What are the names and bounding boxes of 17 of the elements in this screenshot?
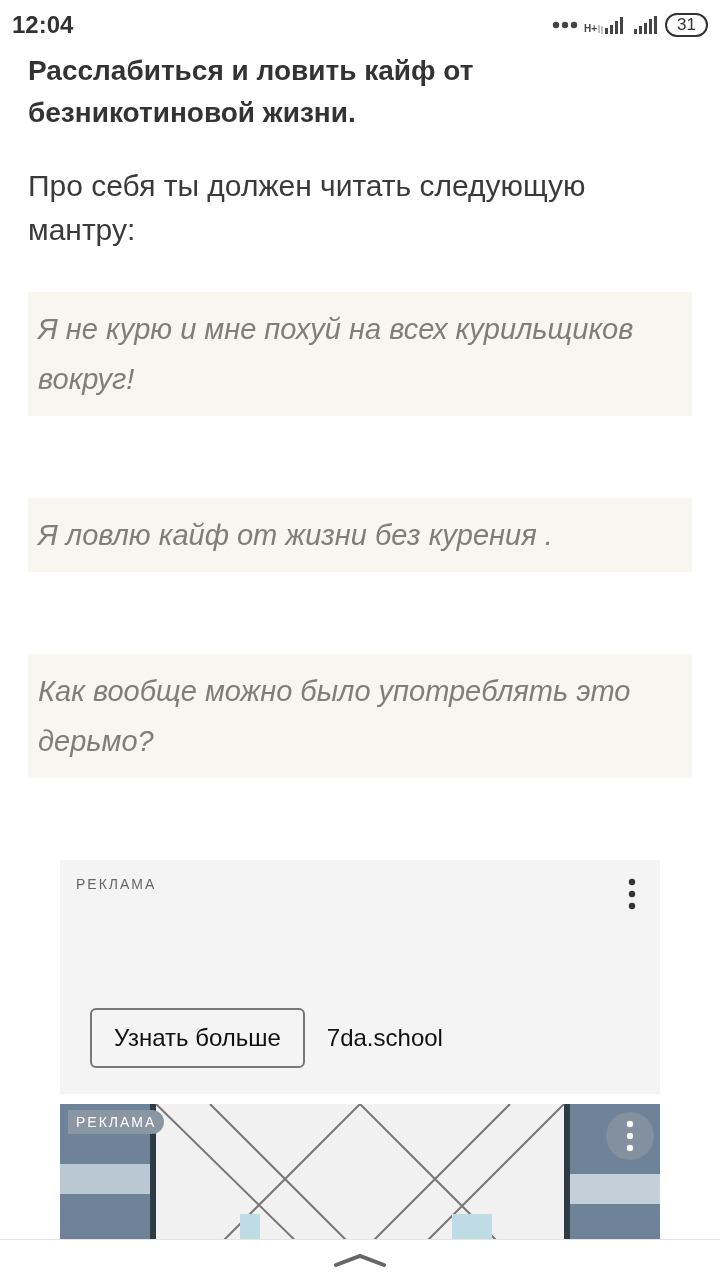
article-heading: Расслабиться и ловить кайф от безникотиновой жизни. [28, 54, 475, 130]
more-options-icon[interactable] [628, 878, 636, 910]
learn-more-button[interactable]: Узнать больше [90, 1008, 305, 1068]
clock: 12:04 [12, 11, 74, 39]
quote-text: Я ловлю кайф от жизни без курения . [38, 519, 553, 551]
ad-label: РЕКЛАМА [68, 1110, 165, 1134]
chevron-up-icon[interactable] [334, 1253, 386, 1267]
signal-icon [631, 15, 660, 35]
quote-text: Как вообще можно было употреблять это дерьмо? [38, 675, 631, 757]
ad-label: РЕКЛАМА [76, 876, 157, 894]
more-notifications-icon [552, 21, 578, 29]
network-type: H+ [584, 23, 598, 34]
signal-icon [597, 15, 626, 35]
article-paragraph: Про себя ты должен читать следующую мантру: [28, 168, 587, 248]
ad-domain: 7da.school [326, 1024, 443, 1052]
quote-text: Я не курю и мне похуй на всех курильщиков вокруг! [38, 313, 634, 395]
battery-indicator: 31 [665, 13, 708, 37]
